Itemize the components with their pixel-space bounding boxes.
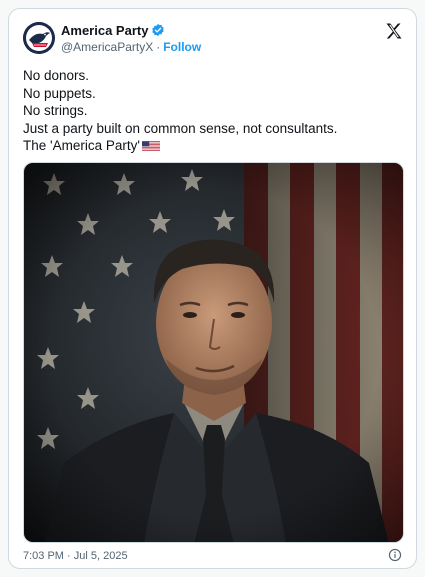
account-handle[interactable]: @AmericaPartyX: [61, 40, 153, 54]
eagle-logo-icon: [23, 22, 55, 54]
info-icon[interactable]: [388, 548, 402, 562]
us-flag-emoji-icon: [141, 141, 160, 151]
account-display-name[interactable]: America Party: [61, 23, 148, 38]
separator-dot: ·: [156, 40, 161, 54]
tweet-text: No donors. No puppets. No strings. Just …: [23, 67, 408, 155]
x-logo-icon[interactable]: [384, 21, 404, 41]
tweet-timestamp[interactable]: 7:03 PM · Jul 5, 2025: [23, 550, 128, 562]
account-avatar[interactable]: [23, 22, 55, 54]
tweet-line-with-flag: The 'America Party': [23, 137, 408, 155]
portrait-flag-image: [24, 163, 403, 542]
tweet-header: America Party @AmericaPartyX · Follow: [23, 19, 404, 59]
tweet-line: The 'America Party': [23, 138, 140, 153]
tweet-image[interactable]: [23, 162, 404, 543]
tweet-line: No donors.: [23, 68, 90, 83]
tweet-footer: 7:03 PM · Jul 5, 2025: [23, 548, 402, 564]
follow-button[interactable]: Follow: [163, 40, 201, 54]
verified-badge-icon: [152, 23, 165, 37]
tweet-line: No puppets.: [23, 85, 96, 101]
tweet-line: Just a party built on common sense, not …: [23, 120, 338, 136]
tweet-card: America Party @AmericaPartyX · Follow No…: [8, 8, 417, 569]
tweet-line: No strings.: [23, 103, 88, 118]
